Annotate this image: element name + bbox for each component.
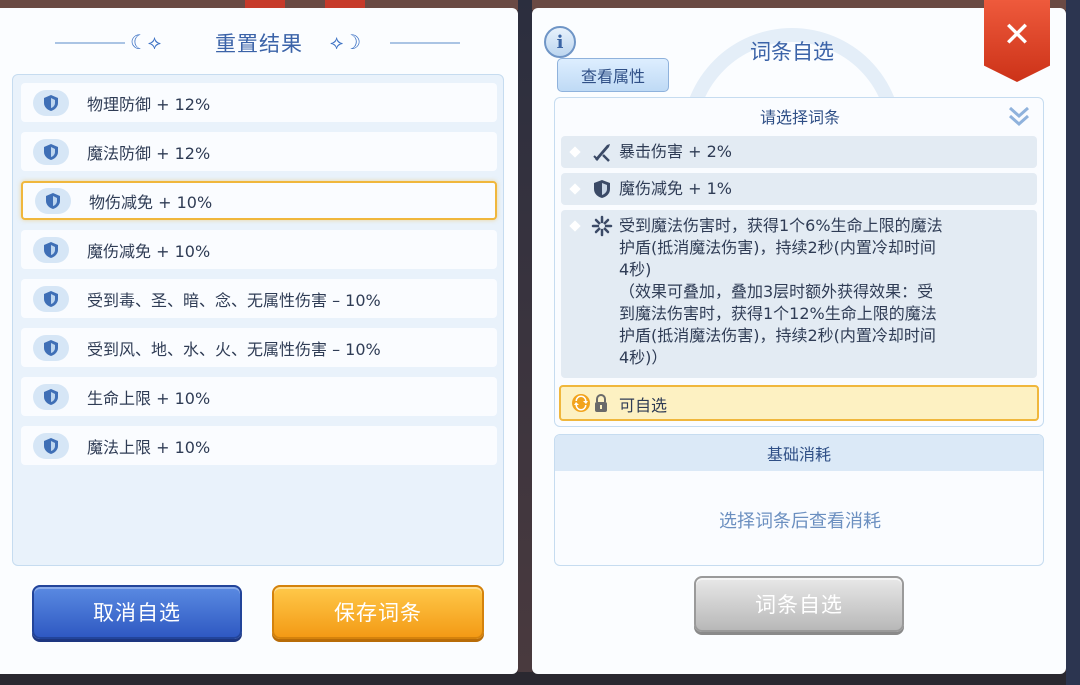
shield-icon: [33, 334, 69, 361]
shield-icon: [33, 383, 69, 410]
result-item[interactable]: 魔法防御 + 12%: [21, 132, 497, 171]
reset-result-title-row: ☾⟡ 重置结果 ⟡☽: [0, 22, 518, 62]
sword-icon: [593, 144, 610, 162]
shield-icon: [594, 180, 610, 198]
swap-icon: [572, 394, 590, 412]
option-label: 魔伤减免 + 1%: [619, 179, 732, 198]
reset-result-list[interactable]: 物理防御 + 12% 魔法防御 + 12% 物伤减免 + 10% 魔伤减免 + …: [12, 74, 504, 566]
result-item-label: 受到毒、圣、暗、念、无属性伤害 – 10%: [87, 290, 381, 310]
result-item-label: 魔法上限 + 10%: [87, 437, 211, 457]
attribute-option[interactable]: 魔伤减免 + 1%: [561, 173, 1037, 205]
attribute-option[interactable]: 暴击伤害 + 2%: [561, 136, 1037, 168]
result-item-label: 魔法防御 + 12%: [87, 143, 211, 163]
result-item[interactable]: 受到毒、圣、暗、念、无属性伤害 – 10%: [21, 279, 497, 318]
close-icon: ✕: [1002, 15, 1032, 55]
shield-icon: [33, 285, 69, 312]
attribute-select-box[interactable]: 请选择词条 暴击伤害 + 2% 魔伤减免 + 1% 受到魔法伤害时，获得1个6%…: [554, 97, 1044, 427]
result-item-label: 物理防御 + 12%: [87, 94, 211, 114]
shield-icon: [33, 236, 69, 263]
result-item[interactable]: 魔伤减免 + 10%: [21, 230, 497, 269]
save-attribute-button[interactable]: 保存词条: [272, 585, 484, 639]
result-item-label: 魔伤减免 + 10%: [87, 241, 211, 261]
spark-icon: [591, 215, 613, 237]
shield-icon: [33, 89, 69, 116]
shield-icon: [33, 432, 69, 459]
shield-icon: [33, 138, 69, 165]
view-attributes-button[interactable]: 查看属性: [557, 58, 669, 92]
title-ornament-right-icon: ⟡☽: [330, 30, 362, 54]
result-item-label: 受到风、地、水、火、无属性伤害 – 10%: [87, 339, 381, 359]
result-item[interactable]: 魔法上限 + 10%: [21, 426, 497, 465]
reset-result-panel: ☾⟡ 重置结果 ⟡☽ 物理防御 + 12% 魔法防御 + 12% 物伤减免 + …: [0, 8, 518, 674]
result-item-selected[interactable]: 物伤减免 + 10%: [21, 181, 497, 220]
option-bullet: [569, 220, 581, 232]
option-bullet: [569, 183, 581, 195]
shield-icon: [35, 187, 71, 214]
close-button[interactable]: ✕: [984, 0, 1050, 82]
option-label: 受到魔法伤害时，获得1个6%生命上限的魔法 护盾(抵消魔法伤害)，持续2秒(内置…: [619, 216, 943, 367]
base-cost-header: 基础消耗: [555, 435, 1043, 471]
option-bullet: [569, 146, 581, 158]
background-right-edge: [1066, 0, 1080, 685]
cancel-selection-button[interactable]: 取消自选: [32, 585, 242, 639]
base-cost-hint: 选择词条后查看消耗: [719, 511, 881, 532]
attribute-option[interactable]: 受到魔法伤害时，获得1个6%生命上限的魔法 护盾(抵消魔法伤害)，持续2秒(内置…: [561, 210, 1037, 378]
base-cost-box: 基础消耗 选择词条后查看消耗: [554, 434, 1044, 566]
select-header: 请选择词条: [759, 108, 840, 127]
result-item-label: 生命上限 + 10%: [87, 388, 211, 408]
background-divider: [518, 0, 532, 685]
double-chevron-down-icon[interactable]: [1007, 104, 1031, 130]
lock-icon: [595, 394, 607, 412]
result-item[interactable]: 物理防御 + 12%: [21, 83, 497, 122]
attribute-pick-button[interactable]: 词条自选: [694, 576, 904, 632]
title-deco-line-right: [390, 42, 460, 44]
result-item[interactable]: 生命上限 + 10%: [21, 377, 497, 416]
attribute-pick-panel: i 词条自选 查看属性 ✕ 请选择词条 暴击伤害 + 2% 魔伤减免 + 1%: [532, 0, 1066, 674]
option-label: 暴击伤害 + 2%: [619, 142, 732, 161]
result-item[interactable]: 受到风、地、水、火、无属性伤害 – 10%: [21, 328, 497, 367]
selectable-slot[interactable]: 可自选: [559, 385, 1039, 421]
result-item-label: 物伤减免 + 10%: [89, 192, 213, 212]
selectable-label: 可自选: [619, 396, 668, 415]
